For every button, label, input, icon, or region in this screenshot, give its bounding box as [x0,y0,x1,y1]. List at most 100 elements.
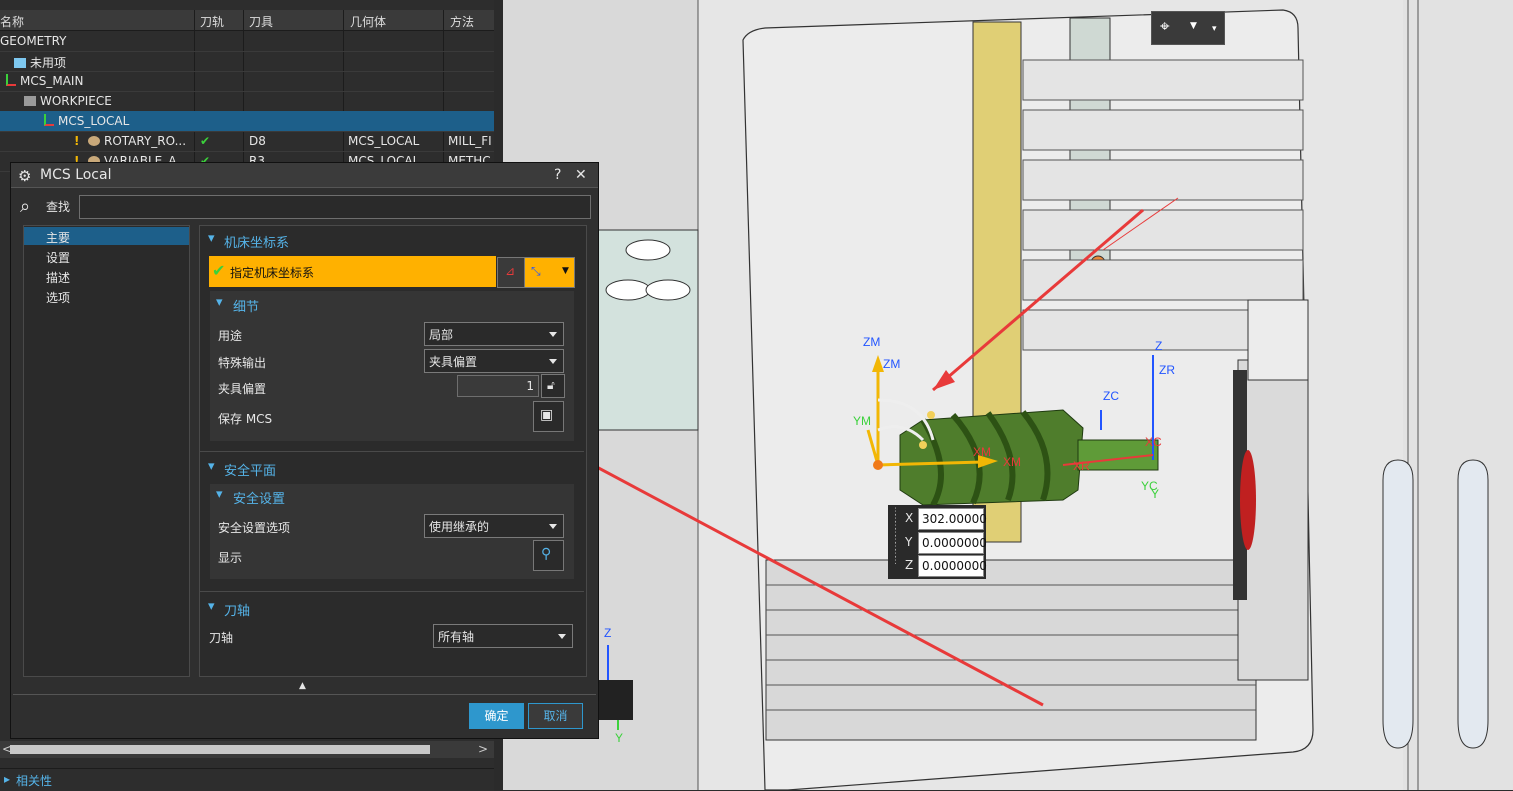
ok-button[interactable]: 确定 [469,703,524,729]
section-tool-axis[interactable]: 刀轴 [224,600,250,619]
purpose-label: 用途 [218,329,243,343]
display-label: 显示 [218,551,243,565]
save-mcs-button[interactable]: ▣ [533,401,564,432]
cad-scene: ZM ZM YM XM XM ZC Z ZR XC XR YC Y Z Y [503,0,1513,790]
relations-label: 相关性 [16,774,53,788]
dialog-page-tree: 主要 设置 描述 选项 [23,225,190,677]
tool-axis-label: 刀轴 [209,631,234,645]
details-toggle-icon[interactable]: ▾ [216,295,223,310]
table-row[interactable]: ! ROTARY_RO... ✔ D8 MCS_LOCAL MILL_FI [0,131,494,152]
check-icon: ✔ [212,261,226,280]
flashlight-icon: ⚲ [541,546,552,562]
binoculars-icon: ⌕ [20,196,31,217]
section-toggle-icon[interactable]: ▾ [208,599,215,614]
csys-dialog-button[interactable]: ⊿ [497,257,525,288]
table-row[interactable]: MCS_LOCAL [0,111,494,132]
section-machine-cs[interactable]: 机床坐标系 [224,232,289,251]
table-row[interactable]: GEOMETRY [0,31,494,52]
column-tool[interactable]: 刀具 [249,13,273,30]
snap-point-dropdown[interactable]: ⌖ ▼ ▾ [1151,11,1225,45]
fixture-offset-input[interactable]: 1 [457,375,539,397]
purpose-select[interactable]: 局部 [424,322,564,346]
dialog-titlebar[interactable]: ⚙ MCS Local ? ✕ [11,163,598,188]
row-method: MILL_FI [448,134,492,148]
find-label: 查找 [46,200,71,214]
tree-item-settings[interactable]: 设置 [24,247,189,265]
graphics-viewport[interactable]: ZM ZM YM XM XM ZC Z ZR XC XR YC Y Z Y ⌖ … [503,0,1513,790]
workpiece-icon [24,96,36,106]
scroll-thumb[interactable] [10,745,430,754]
axis-label: ZM [883,357,900,371]
cancel-button[interactable]: 取消 [528,703,583,729]
axis-label: ZM [863,335,880,349]
axis-label: XM [973,445,991,459]
operation-icon [88,136,100,146]
csys-type-dropdown[interactable]: ⤡ ▼ [524,257,575,288]
axis-label: YM [853,414,871,428]
horizontal-scrollbar[interactable]: < > [0,741,494,758]
tool-axis-select[interactable]: 所有轴 [433,624,573,648]
lock-icon: 🔓︎ [547,378,555,392]
gear-icon: ⚙ [18,167,32,185]
display-button[interactable]: ⚲ [533,540,564,571]
row-name: GEOMETRY [0,34,67,48]
table-row[interactable]: 未用项 [0,51,494,72]
axis-label: Z [1155,339,1162,353]
expand-icon[interactable]: ▸ [4,772,10,786]
chevron-down-icon [549,359,557,364]
axis-label: ZC [1103,389,1119,403]
section-toggle-icon[interactable]: ▾ [208,231,215,246]
row-name: WORKPIECE [40,94,112,108]
lock-button[interactable]: 🔓︎ [541,374,565,398]
x-coordinate-field[interactable]: 302.00000 [918,508,987,530]
mcs-local-dialog: ⚙ MCS Local ? ✕ ⌕ 查找 主要 设置 描述 选项 ▾ 机床坐标系… [10,162,599,739]
collapse-icon[interactable]: ▲ [299,681,306,691]
path-status-icon: ✔ [200,134,211,148]
table-row[interactable]: MCS_MAIN [0,71,494,92]
specify-mcs-row[interactable]: ✔ 指定机床坐标系 [209,256,496,287]
relations-panel[interactable]: ▸ 相关性 [0,768,494,791]
section-details[interactable]: 细节 [233,296,259,315]
find-input[interactable] [79,195,591,219]
navigator-header: 名称 刀轨 刀具 几何体 方法 [0,10,494,31]
folder-icon [14,58,26,68]
csys-axes-icon: ⤡ [531,264,541,278]
section-toggle-icon[interactable]: ▾ [208,459,215,474]
tree-item-main[interactable]: 主要 [24,227,189,245]
special-output-select[interactable]: 夹具偏置 [424,349,564,373]
column-geometry[interactable]: 几何体 [350,13,386,30]
close-button[interactable]: ✕ [575,167,587,183]
drag-handle-icon[interactable]: ⋮ ⋮ ⋮ ⋮ ⋮ ⋮ ⋮ ⋮ [891,508,900,566]
scroll-right-icon[interactable]: > [478,742,488,756]
chevron-down-icon [549,332,557,337]
axis-label: XC [1145,435,1162,449]
dialog-title: MCS Local [40,167,112,183]
chevron-down-icon [549,524,557,529]
special-output-label: 特殊输出 [218,356,267,370]
chevron-down-icon [558,634,566,639]
tree-item-description[interactable]: 描述 [24,267,189,285]
z-coordinate-field[interactable]: 0.0000000 [918,555,987,577]
fixture-offset-label: 夹具偏置 [218,382,267,396]
tree-item-options[interactable]: 选项 [24,287,189,305]
row-geometry: MCS_LOCAL [348,134,420,148]
column-method[interactable]: 方法 [450,13,474,30]
mcs-icon [6,74,16,86]
y-label: Y [905,535,913,549]
y-coordinate-field[interactable]: 0.0000000 [918,532,987,554]
row-name: ROTARY_RO... [104,134,187,148]
column-path[interactable]: 刀轨 [200,13,224,30]
help-button[interactable]: ? [554,167,561,183]
clearance-settings-toggle-icon[interactable]: ▾ [216,487,223,502]
table-row[interactable]: WORKPIECE [0,91,494,112]
z-label: Z [905,558,914,572]
save-icon: ▣ [540,407,554,423]
csys-icon: ⊿ [505,264,516,278]
row-name: MCS_MAIN [20,74,84,88]
axis-label: Z [604,626,611,640]
section-clearance-settings[interactable]: 安全设置 [233,488,285,507]
section-clearance[interactable]: 安全平面 [224,460,276,479]
clearance-option-select[interactable]: 使用继承的 [424,514,564,538]
column-name[interactable]: 名称 [0,13,24,30]
crosshair-icon: ⌖ [1160,17,1170,37]
